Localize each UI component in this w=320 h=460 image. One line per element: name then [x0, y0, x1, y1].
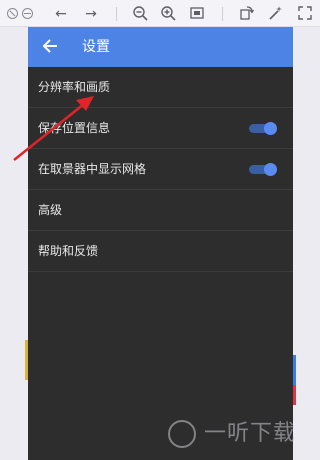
maximize-icon[interactable] [296, 5, 314, 23]
app-bar: 设置 [28, 27, 293, 67]
settings-item-grid[interactable]: 在取景器中显示网格 [28, 149, 293, 190]
side-strip [293, 385, 296, 405]
settings-item-label: 分辨率和画质 [38, 80, 111, 94]
rotate-icon[interactable] [237, 5, 255, 23]
settings-item-label: 帮助和反馈 [38, 244, 99, 258]
grid-toggle[interactable] [249, 163, 277, 176]
watermark-text: 一听下载 [204, 421, 297, 446]
settings-item-label: 保存位置信息 [38, 121, 111, 135]
forward-arrow-icon[interactable]: → [82, 5, 100, 23]
viewer-toolbar: ← → [0, 0, 320, 27]
watermark: 一听下载 [168, 414, 318, 454]
back-icon[interactable] [40, 37, 60, 57]
close-icon[interactable] [7, 8, 18, 19]
settings-item-label: 高级 [38, 203, 63, 217]
side-strip [293, 355, 296, 385]
phone-screen: 设置 分辨率和画质 保存位置信息 在取景器中显示网格 高级 帮助和反馈 [28, 27, 293, 460]
settings-item-label: 在取景器中显示网格 [38, 162, 147, 176]
save-location-toggle[interactable] [249, 122, 277, 135]
fit-screen-icon[interactable] [188, 5, 206, 23]
zoom-out-icon[interactable] [131, 5, 149, 23]
settings-item-advanced[interactable]: 高级 [28, 190, 293, 231]
minimize-icon[interactable] [22, 8, 33, 19]
settings-item-help[interactable]: 帮助和反馈 [28, 231, 293, 272]
settings-item-resolution[interactable]: 分辨率和画质 [28, 67, 293, 108]
zoom-in-icon[interactable] [159, 5, 177, 23]
watermark-logo-icon [168, 420, 196, 448]
back-arrow-icon[interactable]: ← [52, 5, 70, 23]
settings-item-save-location[interactable]: 保存位置信息 [28, 108, 293, 149]
magic-wand-icon[interactable] [266, 5, 284, 23]
page-title: 设置 [82, 39, 110, 55]
